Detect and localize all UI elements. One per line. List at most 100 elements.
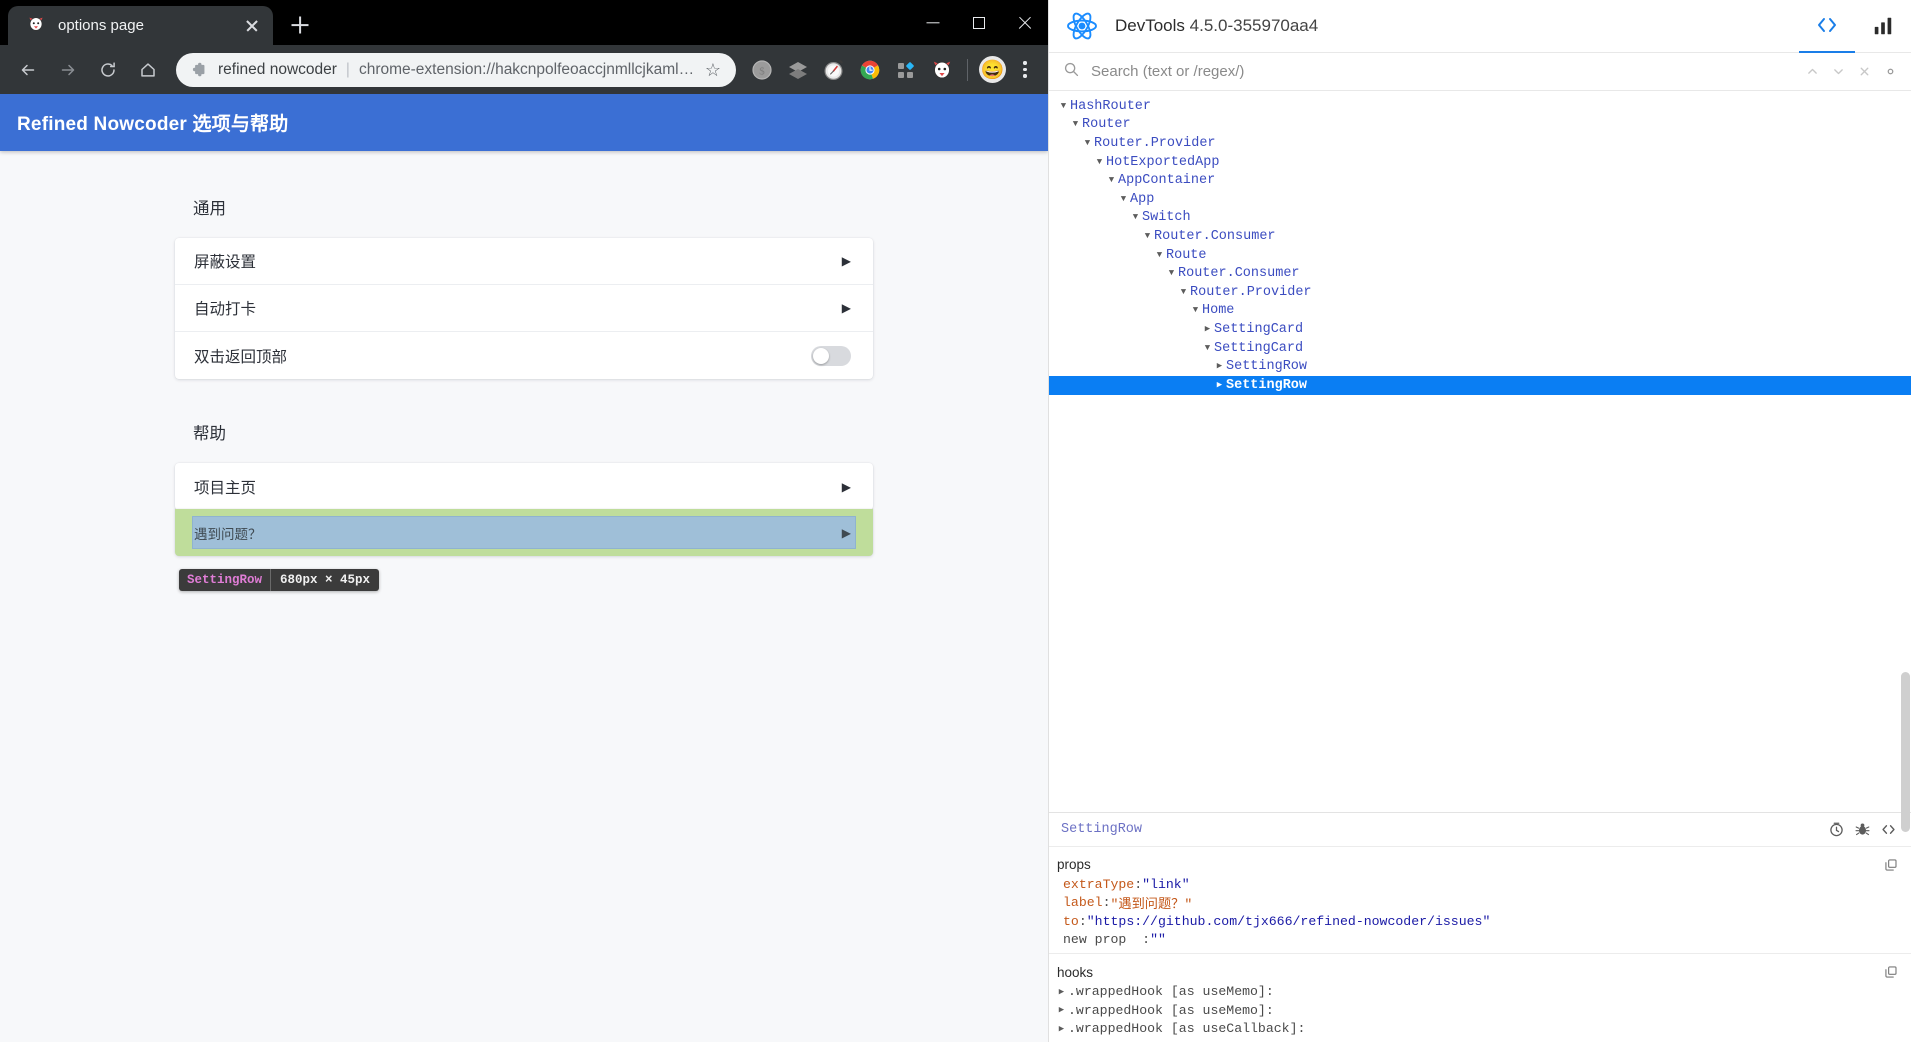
- prop-value[interactable]: "遇到问题？": [1111, 893, 1193, 912]
- browser-tab[interactable]: options page: [8, 6, 273, 45]
- code-brackets-icon: [1818, 18, 1836, 32]
- setting-row[interactable]: 双击返回顶部: [175, 332, 873, 379]
- tree-node-hotexportedapp[interactable]: ▼ HotExportedApp: [1049, 153, 1911, 172]
- caret-down-icon[interactable]: ▼: [1117, 194, 1130, 204]
- chevron-up-icon[interactable]: [1799, 65, 1825, 78]
- gear-icon[interactable]: [1877, 63, 1903, 80]
- inspector-scrollbar[interactable]: [1901, 672, 1910, 832]
- tab-profiler[interactable]: [1855, 0, 1911, 53]
- tree-node-settingrow[interactable]: ▶ SettingRow: [1049, 357, 1911, 376]
- hook-row[interactable]: ▶ .wrappedHook [as useCallback]:: [1049, 1019, 1911, 1038]
- extension-name: refined nowcoder: [218, 60, 337, 78]
- tree-node-router-consumer[interactable]: ▼ Router.Consumer: [1049, 227, 1911, 246]
- tab-strip: options page: [0, 6, 317, 45]
- caret-down-icon[interactable]: ▼: [1093, 157, 1106, 167]
- puzzle-piece-icon: [188, 61, 208, 78]
- tree-node-settingrow[interactable]: ▶ SettingRow: [1049, 375, 1911, 395]
- reload-icon[interactable]: [91, 53, 125, 87]
- caret-down-icon[interactable]: ▼: [1081, 138, 1094, 148]
- new-tab-button[interactable]: [283, 8, 317, 42]
- tree-node-router-provider[interactable]: ▼ Router.Provider: [1049, 283, 1911, 302]
- setting-row[interactable]: 项目主页 ▶: [175, 463, 873, 510]
- nowcoder-cat-extension-icon[interactable]: [926, 54, 958, 86]
- prop-row[interactable]: new prop : "": [1049, 931, 1911, 950]
- hook-row[interactable]: ▶ .wrappedHook [as useMemo]:: [1049, 982, 1911, 1001]
- prop-value[interactable]: "link": [1142, 877, 1189, 892]
- tree-node-label: Router.Consumer: [1178, 266, 1300, 282]
- tree-node-app[interactable]: ▼ App: [1049, 190, 1911, 209]
- close-icon[interactable]: [1002, 0, 1048, 45]
- tree-node-router-consumer[interactable]: ▼ Router.Consumer: [1049, 264, 1911, 283]
- tree-node-route[interactable]: ▼ Route: [1049, 246, 1911, 265]
- suspense-timer-icon[interactable]: [1823, 821, 1849, 838]
- compass-stopwatch-extension-icon[interactable]: [818, 54, 850, 86]
- tree-node-appcontainer[interactable]: ▼ AppContainer: [1049, 171, 1911, 190]
- tree-node-settingcard[interactable]: ▶ SettingCard: [1049, 320, 1911, 339]
- hook-row[interactable]: ▶ .wrappedHook [as useMemo]:: [1049, 1001, 1911, 1020]
- tree-node-hashrouter[interactable]: ▼ HashRouter: [1049, 97, 1911, 116]
- chevron-right-icon: ▶: [841, 301, 851, 315]
- caret-down-icon[interactable]: ▼: [1153, 250, 1166, 260]
- forward-arrow-icon[interactable]: [51, 53, 85, 87]
- prop-key: label: [1063, 895, 1103, 911]
- search-input[interactable]: [1091, 63, 1799, 80]
- setting-row-inspected[interactable]: 遇到问题？ ▶: [192, 516, 856, 549]
- setting-row[interactable]: 自动打卡 ▶: [175, 285, 873, 332]
- bug-icon[interactable]: [1849, 821, 1875, 838]
- setting-card-general: 屏蔽设置 ▶ 自动打卡 ▶ 双击返回顶部: [175, 238, 873, 379]
- kebab-menu-icon[interactable]: [1010, 61, 1040, 78]
- view-source-icon[interactable]: [1875, 821, 1901, 838]
- maximize-icon[interactable]: [956, 0, 1002, 45]
- minimize-icon[interactable]: [910, 0, 956, 45]
- tree-node-router[interactable]: ▼ Router: [1049, 116, 1911, 135]
- tab-components[interactable]: [1799, 0, 1855, 53]
- home-icon[interactable]: [131, 53, 165, 87]
- tab-close-icon[interactable]: [241, 15, 263, 37]
- caret-right-icon[interactable]: ▶: [1055, 987, 1068, 997]
- caret-right-icon[interactable]: ▶: [1055, 1024, 1068, 1034]
- prop-value[interactable]: "": [1150, 932, 1166, 947]
- prop-row[interactable]: label: "遇到问题？": [1049, 893, 1911, 912]
- caret-down-icon[interactable]: ▼: [1129, 213, 1142, 222]
- back-arrow-icon[interactable]: [11, 53, 45, 87]
- bookmark-star-icon[interactable]: ☆: [700, 61, 726, 79]
- grid-blue-extension-icon[interactable]: [890, 54, 922, 86]
- layers-extension-icon[interactable]: [782, 54, 814, 86]
- caret-right-icon[interactable]: ▶: [1213, 362, 1226, 371]
- tree-node-label: AppContainer: [1118, 173, 1216, 189]
- caret-right-icon[interactable]: ▶: [1055, 1005, 1068, 1015]
- chevron-down-icon[interactable]: [1825, 65, 1851, 78]
- tree-node-home[interactable]: ▼ Home: [1049, 302, 1911, 321]
- setting-row[interactable]: 屏蔽设置 ▶: [175, 238, 873, 285]
- avatar[interactable]: 😄: [979, 56, 1006, 83]
- chrome-wheel-extension-icon[interactable]: [854, 54, 886, 86]
- caret-down-icon[interactable]: ▼: [1069, 120, 1082, 129]
- bar-chart-icon: [1874, 17, 1892, 35]
- tree-node-router-provider[interactable]: ▼ Router.Provider: [1049, 134, 1911, 153]
- caret-right-icon[interactable]: ▶: [1213, 380, 1226, 390]
- copy-icon[interactable]: [1881, 858, 1901, 872]
- address-bar[interactable]: refined nowcoder | chrome-extension://ha…: [176, 52, 736, 87]
- back-to-top-toggle[interactable]: [811, 345, 851, 366]
- caret-down-icon[interactable]: ▼: [1105, 176, 1118, 185]
- devtools-header: DevTools 4.5.0-355970aa4: [1049, 0, 1911, 53]
- copy-icon[interactable]: [1881, 965, 1901, 979]
- caret-down-icon[interactable]: ▼: [1189, 306, 1202, 315]
- caret-right-icon[interactable]: ▶: [1201, 324, 1214, 334]
- clear-search-icon[interactable]: [1851, 65, 1877, 78]
- caret-down-icon[interactable]: ▼: [1057, 101, 1070, 111]
- component-tree[interactable]: ▼ HashRouter ▼ Router ▼ Router.Provider ▼ HotEx…: [1049, 91, 1911, 812]
- tree-node-settingcard[interactable]: ▼ SettingCard: [1049, 339, 1911, 358]
- caret-down-icon[interactable]: ▼: [1201, 343, 1214, 353]
- inspect-badge-size: 680px × 45px: [280, 573, 371, 587]
- tree-node-switch[interactable]: ▼ Switch: [1049, 209, 1911, 228]
- coin-extension-icon[interactable]: $: [746, 54, 778, 86]
- caret-down-icon[interactable]: ▼: [1165, 269, 1178, 278]
- prop-row[interactable]: extraType: "link": [1049, 875, 1911, 894]
- prop-row[interactable]: to: "https://github.com/tjx666/refined-n…: [1049, 912, 1911, 931]
- browser-titlebar: options page: [0, 0, 1048, 45]
- caret-down-icon[interactable]: ▼: [1177, 287, 1190, 297]
- prop-value[interactable]: "https://github.com/tjx666/refined-nowco…: [1087, 914, 1491, 929]
- window-controls: [910, 0, 1048, 45]
- caret-down-icon[interactable]: ▼: [1141, 231, 1154, 241]
